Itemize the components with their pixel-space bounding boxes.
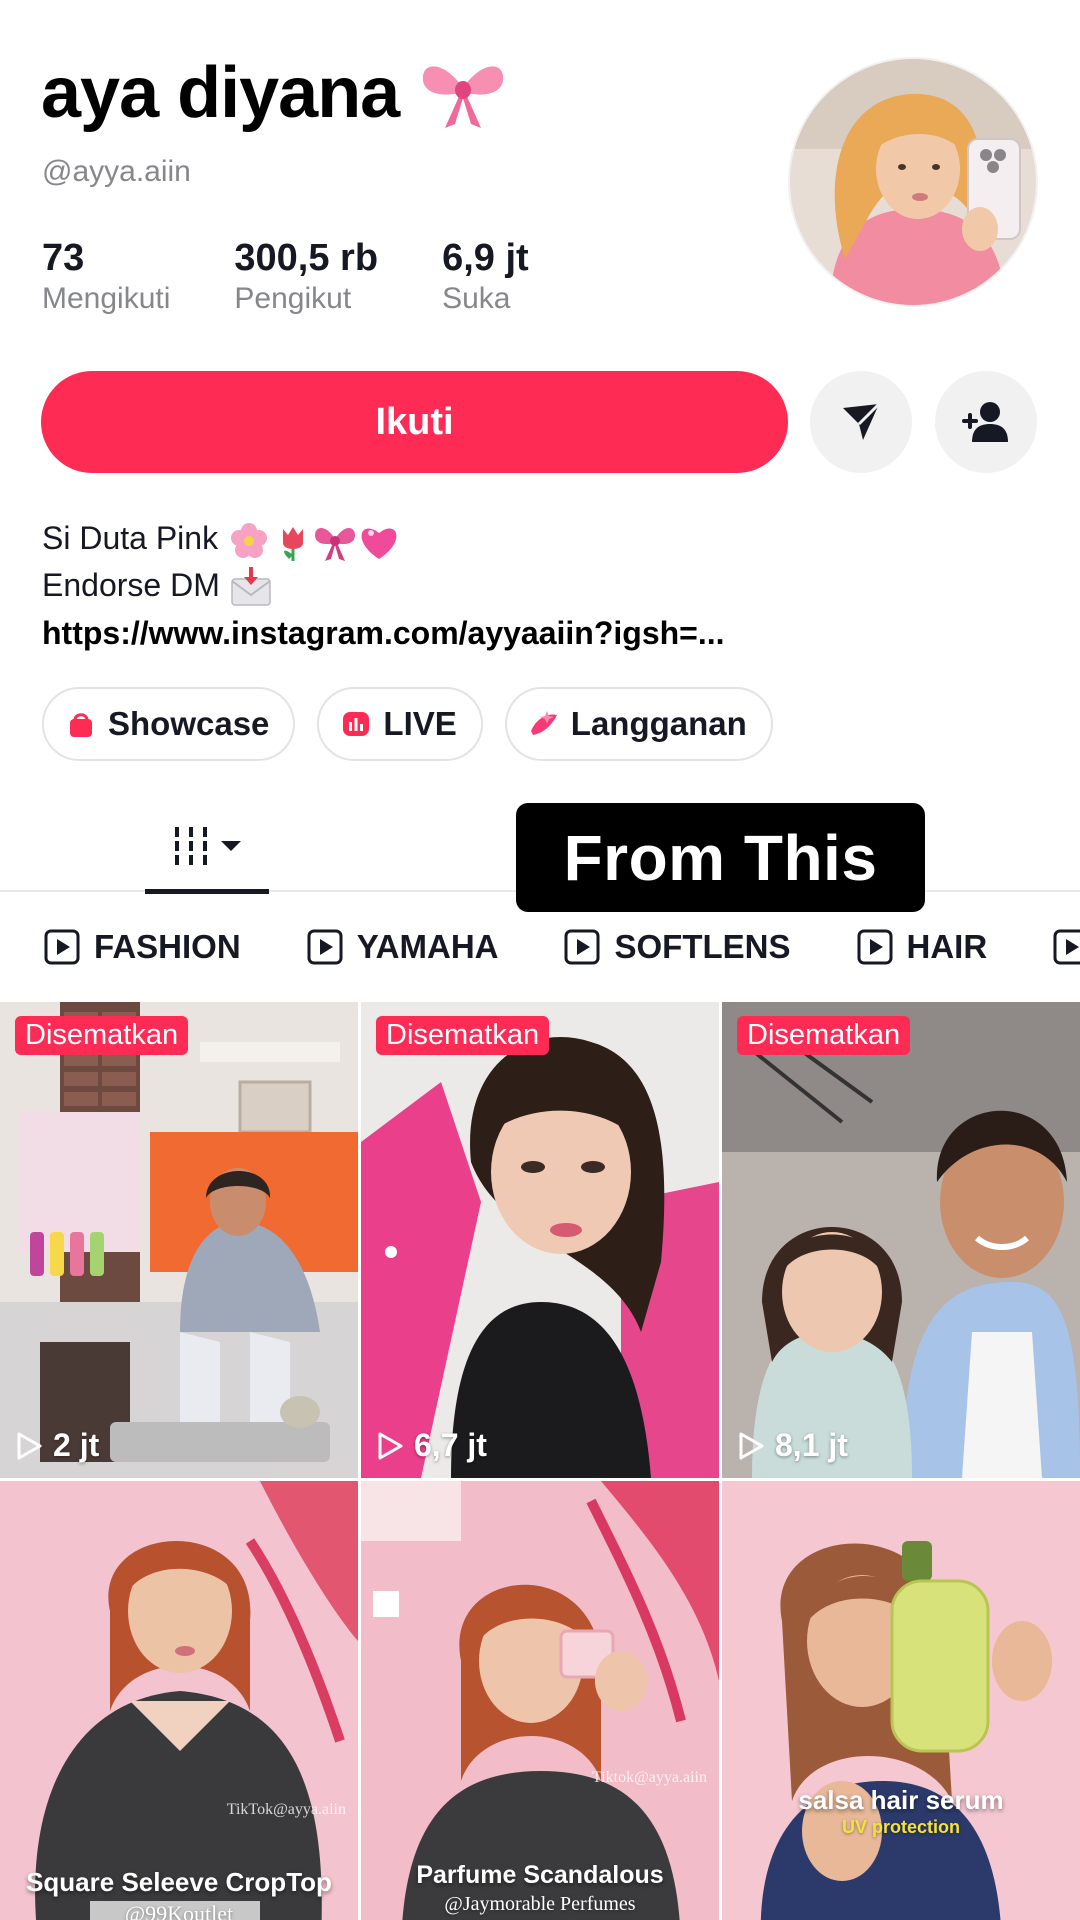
playlist-icon	[1053, 929, 1080, 965]
stat-followers[interactable]: 300,5 rb Pengikut	[234, 236, 378, 318]
profile-chips: Showcase LIVE Langganan	[42, 687, 773, 761]
stat-followers-count: 300,5 rb	[234, 237, 379, 279]
bio-line-1: Si Duta Pink	[42, 516, 725, 563]
ribbon-bow-icon	[423, 66, 504, 128]
stat-likes-label: Suka	[442, 282, 511, 315]
playlist-label: YAMAHA	[356, 928, 499, 965]
bio-line-1-text: Si Duta Pink	[42, 520, 219, 556]
video-tile[interactable]: salsa hair serum UV protection	[722, 1481, 1080, 1920]
video-tile[interactable]: Disematkan 6,7 jt	[361, 1002, 719, 1478]
chip-live-label: LIVE	[383, 705, 457, 742]
video-thumbnail	[361, 1481, 719, 1920]
play-icon	[739, 1432, 764, 1459]
playlist-hair[interactable]: HAIR	[857, 928, 1021, 966]
view-count-text: 8,1 jt	[775, 1427, 848, 1463]
stat-likes-count: 6,9 jt	[442, 237, 529, 279]
bio-link[interactable]: https://www.instagram.com/ayyaaiin?igsh=…	[42, 611, 725, 656]
video-caption: salsa hair serum	[798, 1785, 1004, 1815]
view-count: 2 jt	[15, 1427, 99, 1464]
playlist-more[interactable]	[1053, 929, 1080, 965]
avatar[interactable]	[788, 57, 1038, 307]
message-button[interactable]	[810, 371, 912, 473]
bio-line-2-text: Endorse DM	[42, 566, 220, 603]
playlist-row: FASHION YAMAHA SOFTLENS HAIR	[0, 920, 1080, 974]
playlist-icon	[564, 929, 600, 965]
profile-name-row: aya diyana	[41, 52, 509, 134]
video-thumbnail	[0, 1481, 358, 1920]
playlist-fashion[interactable]: FASHION	[44, 928, 274, 966]
active-tab-indicator	[145, 889, 269, 894]
pinned-badge: Disematkan	[737, 1016, 911, 1055]
playlist-label: HAIR	[906, 928, 988, 965]
watermark: Tiktok@ayya.aiin	[591, 1769, 707, 1786]
stat-following[interactable]: 73 Mengikuti	[42, 236, 170, 318]
video-tile[interactable]: Tiktok@ayya.aiin Parfume Scandalous @Jay…	[361, 1481, 719, 1920]
watermark: TikTok@ayya.aiin	[226, 1801, 346, 1818]
video-subcaption: @Jaymorable Perfumes	[444, 1893, 636, 1915]
chip-showcase[interactable]: Showcase	[42, 687, 296, 761]
playlist-yamaha[interactable]: YAMAHA	[307, 928, 532, 966]
content-tab-bar: From This	[0, 800, 1080, 912]
video-subcaption: @99Koutlet	[124, 1901, 234, 1920]
chip-subscription-label: Langganan	[570, 705, 747, 742]
video-grid: Disematkan 2 jt Disematkan 6,7 jt Disema…	[0, 1002, 1080, 1920]
view-count: 6,7 jt	[376, 1427, 487, 1464]
view-count: 8,1 jt	[737, 1427, 848, 1464]
live-icon	[343, 712, 370, 736]
video-caption: Square Seleeve CropTop	[26, 1867, 332, 1897]
view-count-text: 2 jt	[53, 1427, 100, 1463]
stat-followers-label: Pengikut	[234, 282, 352, 315]
stat-likes[interactable]: 6,9 jt Suka	[442, 236, 529, 318]
video-thumbnail	[722, 1481, 1080, 1920]
play-icon	[378, 1432, 403, 1459]
playlist-icon	[307, 929, 343, 965]
send-icon	[843, 402, 881, 440]
playlist-icon	[44, 929, 80, 965]
profile-name: aya diyana	[41, 53, 400, 133]
follow-button[interactable]: Ikuti	[41, 371, 788, 473]
tab-videos[interactable]	[145, 800, 269, 894]
playlist-softlens[interactable]: SOFTLENS	[564, 928, 823, 966]
chip-subscription[interactable]: Langganan	[504, 687, 773, 761]
add-user-icon	[962, 402, 1008, 442]
video-tile[interactable]: Disematkan 8,1 jt	[722, 1002, 1080, 1478]
video-caption: Parfume Scandalous	[416, 1861, 664, 1889]
flower-tulip-bow-heart-icon	[230, 522, 397, 561]
video-tile[interactable]: TikTok@ayya.aiin Square Seleeve CropTop …	[0, 1481, 358, 1920]
chip-showcase-label: Showcase	[108, 705, 270, 742]
play-icon	[17, 1432, 42, 1459]
add-friend-button[interactable]	[935, 371, 1037, 473]
bio-line-2: Endorse DM	[42, 563, 725, 610]
profile-stats: 73 Mengikuti 300,5 rb Pengikut 6,9 jt Su…	[42, 236, 593, 318]
profile-bio: Si Duta Pink Endorse DM https://www.inst…	[42, 516, 725, 656]
playlist-label: SOFTLENS	[614, 928, 791, 965]
playlist-icon	[857, 929, 892, 965]
video-thumbnail	[722, 1002, 1080, 1478]
shopping-bag-icon	[70, 713, 92, 737]
chip-live[interactable]: LIVE	[317, 687, 483, 761]
subscription-icon	[530, 711, 557, 735]
view-count-text: 6,7 jt	[414, 1427, 487, 1463]
pinned-badge: Disematkan	[15, 1016, 189, 1055]
grid-dropdown-icon	[175, 827, 241, 865]
avatar-photo	[790, 59, 1036, 305]
video-tile[interactable]: Disematkan 2 jt	[0, 1002, 358, 1478]
video-subcaption: UV protection	[841, 1817, 960, 1837]
overlay-caption: From This	[516, 803, 925, 912]
stat-following-label: Mengikuti	[42, 282, 171, 315]
video-thumbnail	[0, 1002, 358, 1478]
video-thumbnail	[361, 1002, 719, 1478]
playlist-label: FASHION	[94, 928, 241, 965]
profile-handle: @ayya.aiin	[42, 155, 191, 188]
stat-following-count: 73	[42, 237, 85, 279]
envelope-arrow-icon	[230, 567, 271, 606]
pinned-badge: Disematkan	[376, 1016, 550, 1055]
